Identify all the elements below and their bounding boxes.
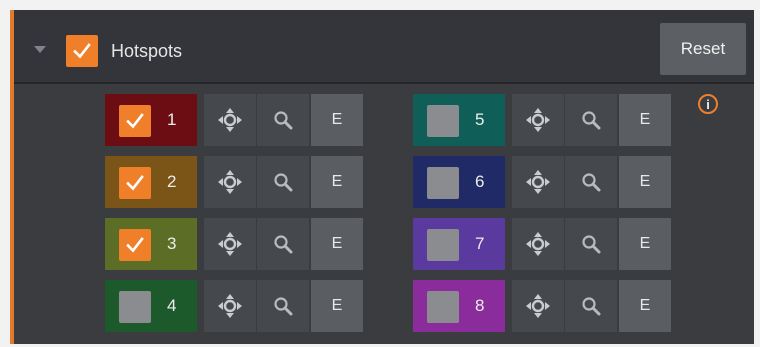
checkmark-icon xyxy=(126,175,144,191)
hotspot-enable-checkbox[interactable] xyxy=(119,105,151,137)
hotspots-enable-checkbox[interactable] xyxy=(66,35,98,67)
move-arrows-icon[interactable] xyxy=(204,280,256,332)
hotspot-number-label: 1 xyxy=(167,110,177,129)
collapse-triangle-icon[interactable] xyxy=(34,46,46,53)
hotspot-enable-checkbox[interactable] xyxy=(427,291,459,323)
magnifier-icon[interactable] xyxy=(257,156,309,208)
info-icon[interactable]: i xyxy=(698,94,718,114)
hotspot-color-swatch[interactable]: 4 xyxy=(105,280,197,332)
hotspot-number-label: 8 xyxy=(475,296,485,315)
checkmark-icon xyxy=(126,237,144,253)
edit-button[interactable]: E xyxy=(311,218,363,270)
hotspot-row-4: 4E xyxy=(105,280,363,332)
edit-button[interactable]: E xyxy=(311,156,363,208)
hotspot-number-label: 2 xyxy=(167,172,177,191)
magnifier-icon[interactable] xyxy=(257,218,309,270)
edit-button[interactable]: E xyxy=(619,280,671,332)
magnifier-icon[interactable] xyxy=(565,94,617,146)
edit-button[interactable]: E xyxy=(619,218,671,270)
hotspot-enable-checkbox[interactable] xyxy=(427,229,459,261)
hotspot-row-3: 3E xyxy=(105,218,363,270)
panel-header: Hotspots Reset xyxy=(14,10,754,84)
move-arrows-icon[interactable] xyxy=(512,156,564,208)
hotspot-row-6: 6E xyxy=(413,156,671,208)
checkmark-icon xyxy=(73,43,91,59)
hotspot-color-swatch[interactable]: 1 xyxy=(105,94,197,146)
hotspot-enable-checkbox[interactable] xyxy=(119,167,151,199)
hotspot-color-swatch[interactable]: 7 xyxy=(413,218,505,270)
edit-button[interactable]: E xyxy=(311,280,363,332)
hotspot-row-5: 5E xyxy=(413,94,671,146)
magnifier-icon[interactable] xyxy=(257,94,309,146)
hotspot-enable-checkbox[interactable] xyxy=(119,229,151,261)
move-arrows-icon[interactable] xyxy=(512,94,564,146)
panel-title: Hotspots xyxy=(111,41,183,61)
hotspot-number-label: 6 xyxy=(475,172,485,191)
hotspot-row-2: 2E xyxy=(105,156,363,208)
hotspot-color-swatch[interactable]: 8 xyxy=(413,280,505,332)
hotspot-number-label: 3 xyxy=(167,234,177,253)
checkmark-icon xyxy=(126,113,144,129)
move-arrows-icon[interactable] xyxy=(512,280,564,332)
move-arrows-icon[interactable] xyxy=(204,156,256,208)
magnifier-icon[interactable] xyxy=(565,156,617,208)
hotspot-row-1: 1E xyxy=(105,94,363,146)
hotspot-row-7: 7E xyxy=(413,218,671,270)
hotspot-enable-checkbox[interactable] xyxy=(427,105,459,137)
hotspot-number-label: 4 xyxy=(167,296,177,315)
magnifier-icon[interactable] xyxy=(565,218,617,270)
move-arrows-icon[interactable] xyxy=(204,218,256,270)
reset-button[interactable]: Reset xyxy=(660,23,746,75)
hotspot-number-label: 7 xyxy=(475,234,485,253)
hotspot-color-swatch[interactable]: 5 xyxy=(413,94,505,146)
move-arrows-icon[interactable] xyxy=(204,94,256,146)
magnifier-icon[interactable] xyxy=(257,280,309,332)
hotspot-color-swatch[interactable]: 3 xyxy=(105,218,197,270)
hotspot-enable-checkbox[interactable] xyxy=(119,291,151,323)
hotspots-panel: Hotspots Reset i 1E2E3E4E5E6E7E8E xyxy=(10,10,754,344)
hotspot-row-8: 8E xyxy=(413,280,671,332)
edit-button[interactable]: E xyxy=(619,156,671,208)
move-arrows-icon[interactable] xyxy=(512,218,564,270)
hotspot-color-swatch[interactable]: 6 xyxy=(413,156,505,208)
hotspot-color-swatch[interactable]: 2 xyxy=(105,156,197,208)
edit-button[interactable]: E xyxy=(311,94,363,146)
hotspot-enable-checkbox[interactable] xyxy=(427,167,459,199)
hotspot-number-label: 5 xyxy=(475,110,485,129)
magnifier-icon[interactable] xyxy=(565,280,617,332)
edit-button[interactable]: E xyxy=(619,94,671,146)
